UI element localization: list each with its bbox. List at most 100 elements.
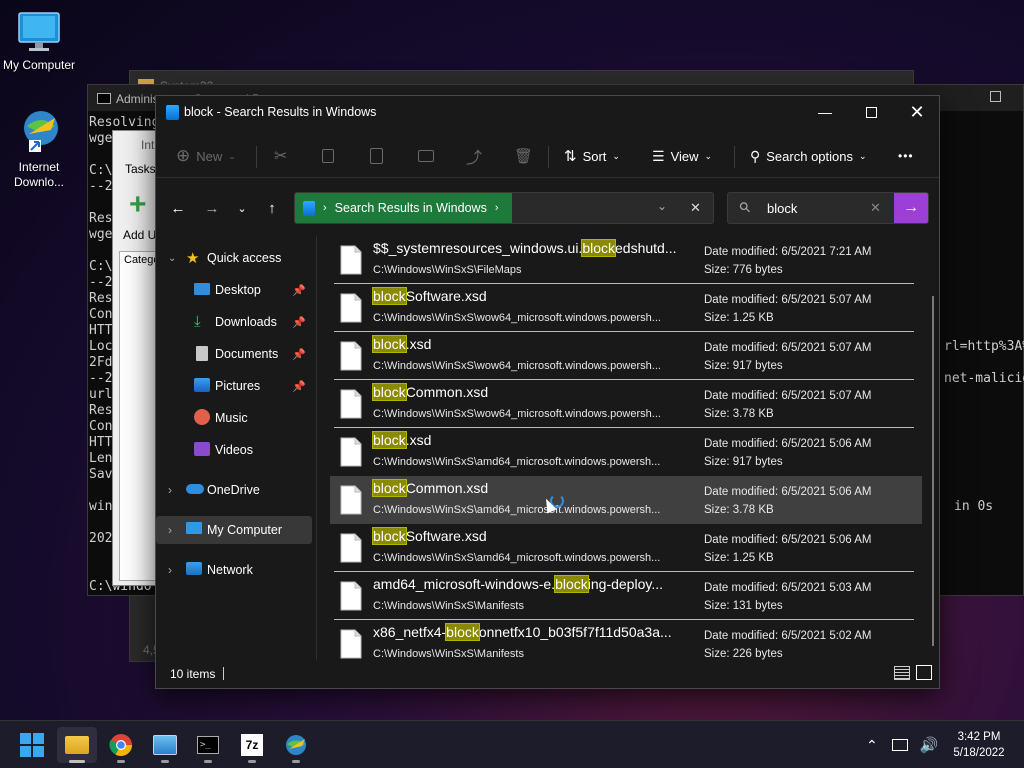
date-modified: Date modified: 6/5/2021 5:07 AM [704, 390, 872, 402]
result-row[interactable]: $$_systemresources_windows.ui.blockedshu… [330, 236, 922, 284]
network-icon [186, 562, 202, 575]
desktop-icon-internet-download-manager[interactable]: Internet Downlo... [0, 106, 78, 190]
share-icon: ⤴ [466, 150, 483, 167]
volume-icon[interactable]: 🔊 [920, 736, 939, 754]
result-row[interactable]: blockCommon.xsd C:\Windows\WinSxS\amd64_m… [330, 476, 922, 524]
result-row[interactable]: block.xsd C:\Windows\WinSxS\wow64_microso… [330, 332, 922, 380]
address-bar[interactable]: › Search Results in Windows › ⌄ ✕ [294, 192, 714, 224]
new-button[interactable]: ⊕ New ⌄ [176, 142, 236, 170]
result-row[interactable]: x86_netfx4-blockonnetfx10_b03f5f7f11d50a… [330, 620, 922, 660]
taskbar-7zip[interactable]: 7z [232, 727, 272, 763]
chrome-icon [109, 734, 132, 756]
nav-quick-access[interactable]: ⌄ ★ Quick access [156, 244, 312, 272]
network-icon[interactable] [891, 739, 908, 751]
idm-title: Int [141, 138, 155, 152]
address-dropdown-icon[interactable]: ⌄ [657, 199, 667, 213]
nav-item-documents[interactable]: Documents 📌 [156, 340, 312, 368]
nav-item-pictures[interactable]: Pictures 📌 [156, 372, 312, 400]
start-button[interactable] [12, 727, 52, 763]
forward-button[interactable]: → [198, 196, 226, 220]
file-icon [340, 629, 362, 659]
taskbar-file-explorer[interactable] [57, 727, 97, 763]
nav-item-videos[interactable]: Videos [156, 436, 312, 464]
status-separator [223, 667, 224, 680]
date-modified-value: 6/5/2021 5:06 AM [781, 486, 872, 498]
file-explorer-window[interactable]: block - Search Results in Windows — ✕ ⊕ … [155, 95, 940, 689]
file-name-suffix: .xsd [405, 336, 432, 352]
recent-locations-button[interactable]: ⌄ [228, 196, 256, 220]
file-size-label: Size: [704, 456, 733, 468]
result-row[interactable]: blockCommon.xsd C:\Windows\WinSxS\wow64_m… [330, 380, 922, 428]
result-row[interactable]: blockSoftware.xsd C:\Windows\WinSxS\wow64… [330, 284, 922, 332]
show-hidden-icons-chevron-icon[interactable]: ⌃ [866, 737, 878, 754]
idm-tasks-tab[interactable]: Tasks [125, 162, 156, 176]
breadcrumb-location[interactable]: Search Results in Windows [335, 201, 487, 215]
delete-button[interactable]: 🗑 [514, 142, 533, 170]
cmd-window-icon [97, 93, 111, 104]
search-highlight: block [372, 479, 407, 497]
desktop-icon-my-computer[interactable]: My Computer [0, 10, 78, 73]
details-view-icon[interactable] [894, 666, 910, 680]
add-url-icon[interactable]: + [129, 190, 157, 220]
file-size: Size: 776 bytes [704, 264, 783, 276]
taskbar-chrome[interactable] [101, 727, 141, 763]
file-icon [340, 341, 362, 371]
nav-item-music[interactable]: Music [156, 404, 312, 432]
maximize-icon [865, 106, 877, 118]
title-bar[interactable]: block - Search Results in Windows — ✕ [156, 96, 939, 128]
nav-item-network[interactable]: › Network [156, 556, 312, 584]
date-modified-value: 6/5/2021 5:07 AM [781, 390, 872, 402]
rename-button[interactable] [418, 142, 434, 170]
share-button[interactable]: ⤴ [466, 142, 482, 170]
file-size-value: 131 bytes [732, 600, 783, 612]
nav-item-desktop[interactable]: Desktop 📌 [156, 276, 312, 304]
taskbar-command-prompt[interactable]: >_ [188, 727, 228, 763]
result-row[interactable]: blockSoftware.xsd C:\Windows\WinSxS\amd64… [330, 524, 922, 572]
minimize-button[interactable]: — [802, 96, 848, 128]
search-input[interactable]: block [767, 201, 797, 216]
clock[interactable]: 3:42 PM 5/18/2022 [940, 729, 1018, 761]
date-modified: Date modified: 6/5/2021 7:21 AM [704, 246, 872, 258]
sort-button[interactable]: ⇅ Sort ⌄ [564, 142, 620, 170]
taskbar-internet-download-manager[interactable] [276, 727, 316, 763]
nav-item-onedrive[interactable]: › OneDrive [156, 476, 312, 504]
maximize-button[interactable] [848, 96, 894, 128]
date-modified-label: Date modified: [704, 534, 782, 546]
paste-button[interactable] [370, 142, 383, 170]
result-row[interactable]: amd64_microsoft-windows-e.blocking-deplo… [330, 572, 922, 620]
search-box[interactable]: ⚲ block ✕ → [727, 192, 929, 224]
stop-search-icon[interactable]: ✕ [690, 200, 701, 216]
search-options-button[interactable]: ⚲ Search options ⌄ [750, 142, 867, 170]
view-button[interactable]: ☰ View ⌄ [652, 142, 712, 170]
clear-search-icon[interactable]: ✕ [870, 200, 881, 216]
taskbar-control-panel[interactable] [145, 727, 185, 763]
pin-icon[interactable]: 📌 [292, 380, 306, 393]
system-tray: ⌃ 🔊 [866, 721, 938, 768]
nav-item-downloads[interactable]: ⤓ Downloads 📌 [156, 308, 312, 336]
copy-button[interactable] [322, 142, 334, 170]
file-size: Size: 917 bytes [704, 456, 783, 468]
taskbar: >_ 7z ⌃ 🔊 3:42 PM 5/18/2022 [0, 720, 1024, 768]
maximize-icon[interactable] [990, 91, 1001, 102]
vertical-scrollbar[interactable] [932, 296, 934, 646]
more-options-button[interactable]: ••• [898, 142, 914, 170]
nav-label: Videos [215, 443, 253, 457]
cut-button[interactable]: ✂ [274, 142, 287, 170]
nav-item-my-computer[interactable]: › My Computer [156, 516, 312, 544]
up-button[interactable]: ↑ [258, 196, 286, 220]
file-name: block.xsd [372, 335, 432, 353]
result-row[interactable]: block.xsd C:\Windows\WinSxS\amd64_microso… [330, 428, 922, 476]
file-size-label: Size: [704, 600, 733, 612]
picture-icon [194, 378, 210, 392]
file-name-suffix: .xsd [405, 432, 432, 448]
close-button[interactable]: ✕ [894, 96, 940, 128]
pin-icon[interactable]: 📌 [292, 284, 306, 297]
back-button[interactable]: ← [164, 196, 192, 220]
search-highlight: block [372, 287, 407, 305]
date-modified-value: 6/5/2021 5:06 AM [781, 534, 872, 546]
tiles-view-icon[interactable] [916, 665, 932, 680]
pin-icon[interactable]: 📌 [292, 316, 306, 329]
pin-icon[interactable]: 📌 [292, 348, 306, 361]
rename-icon [418, 150, 434, 162]
search-go-button[interactable]: → [894, 193, 928, 223]
